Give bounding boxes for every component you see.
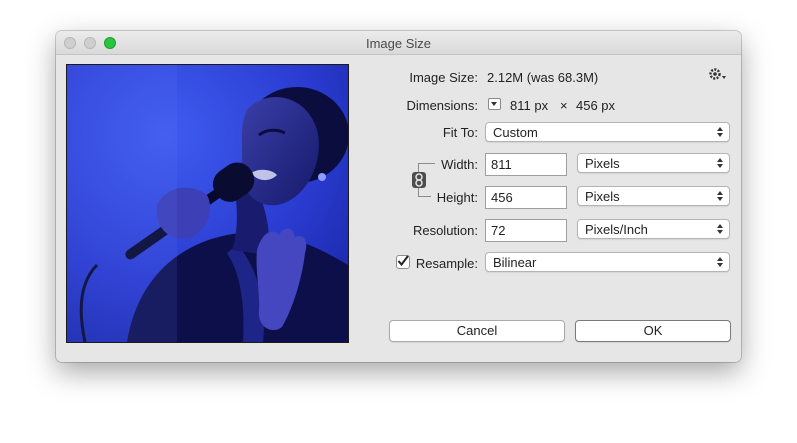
dimensions-height-value: 456 px xyxy=(576,98,616,113)
fit-to-label: Fit To: xyxy=(442,125,478,140)
chain-link-icon[interactable] xyxy=(412,172,426,188)
height-unit-value: Pixels xyxy=(585,189,620,204)
gear-icon[interactable] xyxy=(709,67,729,81)
window-title: Image Size xyxy=(365,36,432,51)
resample-method-value: Bilinear xyxy=(493,255,537,270)
select-arrows-icon xyxy=(717,126,724,138)
ok-button[interactable]: OK xyxy=(575,320,731,342)
width-input-value: 811 xyxy=(491,157,512,172)
resolution-unit-value: Pixels/Inch xyxy=(585,222,648,237)
title-bar: Image Size xyxy=(56,31,741,55)
width-input[interactable]: 811 xyxy=(485,153,567,176)
resample-method-select[interactable]: Bilinear xyxy=(485,252,730,272)
dimensions-times: × xyxy=(560,98,568,113)
fit-to-select[interactable]: Custom xyxy=(485,122,730,142)
resolution-input[interactable]: 72 xyxy=(485,219,567,242)
select-arrows-icon xyxy=(717,223,724,235)
resample-label: Resample: xyxy=(415,256,478,271)
dimensions-label: Dimensions: xyxy=(406,98,478,113)
height-label: Height: xyxy=(436,190,478,205)
width-unit-select[interactable]: Pixels xyxy=(577,153,730,173)
resolution-label: Resolution: xyxy=(412,223,478,238)
select-arrows-icon xyxy=(717,157,724,169)
image-size-value: 2.12M (was 68.3M) xyxy=(487,70,599,85)
dimensions-width-value: 811 px xyxy=(510,98,549,113)
width-unit-value: Pixels xyxy=(585,156,620,171)
dimensions-units-dropdown[interactable] xyxy=(488,98,501,110)
image-preview[interactable] xyxy=(66,64,349,343)
resolution-input-value: 72 xyxy=(491,223,506,238)
image-size-label: Image Size: xyxy=(409,70,478,85)
height-input[interactable]: 456 xyxy=(485,186,567,209)
cancel-button[interactable]: Cancel xyxy=(389,320,565,342)
fit-to-value: Custom xyxy=(493,125,538,140)
width-label: Width: xyxy=(441,157,478,172)
resample-checkbox[interactable] xyxy=(396,255,410,269)
height-input-value: 456 xyxy=(491,190,513,205)
resolution-unit-select[interactable]: Pixels/Inch xyxy=(577,219,730,239)
image-size-dialog: Image Size Image Size: 2.12M (was 68.3M)… xyxy=(56,31,741,362)
height-unit-select[interactable]: Pixels xyxy=(577,186,730,206)
select-arrows-icon xyxy=(717,190,724,202)
checkmark-icon xyxy=(397,255,409,267)
select-arrows-icon xyxy=(717,256,724,268)
